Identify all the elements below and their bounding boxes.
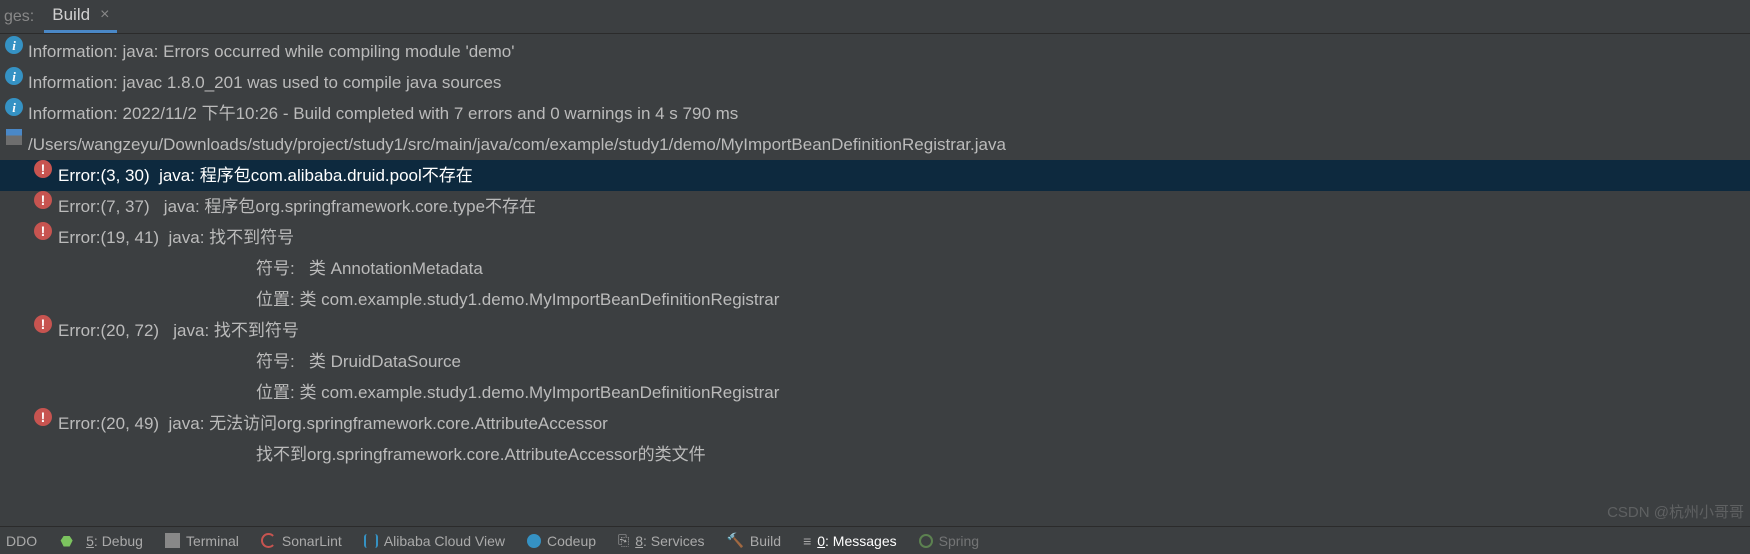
tab-build[interactable]: Build × xyxy=(44,1,117,33)
toolwindow-messages[interactable]: ≡ 0: Messages 0: Messages xyxy=(803,533,897,549)
message-text: 找不到org.springframework.core.AttributeAcc… xyxy=(256,439,706,470)
message-row[interactable]: ! Error:(19, 41) java: 找不到符号 xyxy=(0,222,1750,253)
message-row[interactable]: 位置: 类 com.example.study1.demo.MyImportBe… xyxy=(0,377,1750,408)
build-icon: 🔨 xyxy=(726,532,743,549)
message-text: Error:(19, 41) java: 找不到符号 xyxy=(58,222,294,253)
message-row[interactable]: ! Error:(3, 30) java: 程序包com.alibaba.drui… xyxy=(0,160,1750,191)
message-text: Error:(7, 37) java: 程序包org.springframewo… xyxy=(58,191,536,222)
messages-icon: ≡ xyxy=(803,533,811,549)
java-file-icon xyxy=(6,129,22,145)
watermark: CSDN @杭州小哥哥 xyxy=(1607,501,1744,522)
bug-icon xyxy=(59,533,74,548)
message-text: /Users/wangzeyu/Downloads/study/project/… xyxy=(28,129,1006,160)
tab-label: Build xyxy=(52,5,90,25)
error-icon: ! xyxy=(34,160,52,178)
message-row[interactable]: 符号: 类 DruidDataSource xyxy=(0,346,1750,377)
message-text: 符号: 类 DruidDataSource xyxy=(256,346,461,377)
alicloud-icon xyxy=(364,534,378,548)
spring-icon xyxy=(919,534,933,548)
message-row[interactable]: i Information: javac 1.8.0_201 was used t… xyxy=(0,67,1750,98)
message-text: 位置: 类 com.example.study1.demo.MyImportBe… xyxy=(256,284,779,315)
message-text: Information: java: Errors occurred while… xyxy=(28,36,514,67)
toolwindow-debug[interactable]: 5: Debug 5: Debug xyxy=(59,533,143,549)
message-text: 位置: 类 com.example.study1.demo.MyImportBe… xyxy=(256,377,779,408)
toolwindow-sonarlint[interactable]: SonarLint xyxy=(261,533,342,549)
error-icon: ! xyxy=(34,191,52,209)
tool-window-bar: DDO 5: Debug 5: Debug Terminal SonarLint… xyxy=(0,526,1750,554)
toolwindow-codeup[interactable]: Codeup xyxy=(527,533,596,549)
message-row[interactable]: /Users/wangzeyu/Downloads/study/project/… xyxy=(0,129,1750,160)
message-row[interactable]: 符号: 类 AnnotationMetadata xyxy=(0,253,1750,284)
message-text: Information: javac 1.8.0_201 was used to… xyxy=(28,67,501,98)
message-text: Information: 2022/11/2 下午10:26 - Build c… xyxy=(28,98,738,129)
close-icon[interactable]: × xyxy=(100,6,109,24)
message-text: Error:(20, 49) java: 无法访问org.springframe… xyxy=(58,408,608,439)
messages-tree[interactable]: i Information: java: Errors occurred whil… xyxy=(0,34,1750,470)
toolwindow-alicloud[interactable]: Alibaba Cloud View xyxy=(364,533,505,549)
message-row[interactable]: 位置: 类 com.example.study1.demo.MyImportBe… xyxy=(0,284,1750,315)
toolwindow-build[interactable]: 🔨 Build xyxy=(726,532,781,549)
messages-tabbar: ges: Build × xyxy=(0,0,1750,34)
toolwindow-spring[interactable]: Spring xyxy=(919,533,979,549)
message-row[interactable]: ! Error:(20, 49) java: 无法访问org.springfram… xyxy=(0,408,1750,439)
message-row[interactable]: 找不到org.springframework.core.AttributeAcc… xyxy=(0,439,1750,470)
message-row[interactable]: i Information: 2022/11/2 下午10:26 - Build … xyxy=(0,98,1750,129)
message-text: 符号: 类 AnnotationMetadata xyxy=(256,253,483,284)
sonarlint-icon xyxy=(261,533,276,548)
codeup-icon xyxy=(527,534,541,548)
error-icon: ! xyxy=(34,315,52,333)
terminal-icon xyxy=(165,533,180,548)
panel-prefix: ges: xyxy=(4,8,44,26)
services-icon: ⎘ xyxy=(618,532,629,549)
error-icon: ! xyxy=(34,408,52,426)
info-icon: i xyxy=(5,98,23,116)
message-row[interactable]: i Information: java: Errors occurred whil… xyxy=(0,36,1750,67)
info-icon: i xyxy=(5,67,23,85)
toolwindow-services[interactable]: ⎘ 8: Services 8: Services xyxy=(618,532,704,549)
message-text: Error:(3, 30) java: 程序包com.alibaba.druid… xyxy=(58,160,473,191)
message-text: Error:(20, 72) java: 找不到符号 xyxy=(58,315,299,346)
toolwindow-todo[interactable]: DDO xyxy=(6,533,37,549)
message-row[interactable]: ! Error:(20, 72) java: 找不到符号 xyxy=(0,315,1750,346)
toolwindow-terminal[interactable]: Terminal xyxy=(165,533,239,549)
error-icon: ! xyxy=(34,222,52,240)
message-row[interactable]: ! Error:(7, 37) java: 程序包org.springframew… xyxy=(0,191,1750,222)
info-icon: i xyxy=(5,36,23,54)
